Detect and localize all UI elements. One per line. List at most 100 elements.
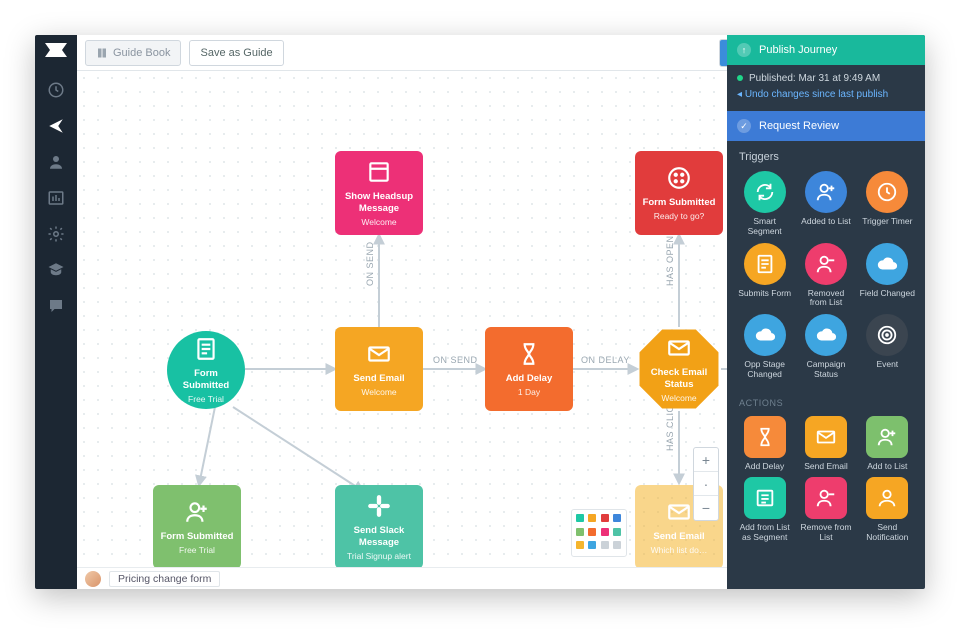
zoom-out-button[interactable]: − [694,496,718,520]
rail-grad-icon[interactable] [47,261,65,279]
palette-tile[interactable]: Add Delay [737,416,792,472]
target-icon [866,314,908,356]
tile-label: Removed from List [798,289,853,309]
nav-rail [35,35,77,589]
node-green-form[interactable]: Form Submitted Free Trial [153,485,241,569]
node-sub: Which list do… [651,545,708,556]
palette-tile[interactable]: Submits Form [737,243,792,309]
tile-label: Trigger Timer [862,217,912,227]
node-slack[interactable]: Send Slack Message Trial Signup alert [335,485,423,569]
node-sub: Welcome [361,387,396,398]
published-line: Published: Mar 31 at 9:49 AM [737,71,915,87]
node-title: Check Email Status [643,367,715,391]
palette-swatch[interactable] [571,509,627,557]
palette-tile[interactable]: Send Notification [860,477,915,543]
undo-link[interactable]: Undo changes since last publish [737,87,915,103]
rail-chart-icon[interactable] [47,189,65,207]
cloud-icon [805,314,847,356]
dots-icon [666,165,692,191]
triggers-heading: Triggers [727,141,925,167]
node-headsup[interactable]: Show Headsup Message Welcome [335,151,423,235]
save-as-guide-label: Save as Guide [200,47,272,59]
guide-book-button[interactable]: Guide Book [85,40,181,66]
rail-send-icon[interactable] [47,117,65,135]
hourglass-icon [744,416,786,458]
mail-icon [666,335,692,361]
journey-name-input[interactable]: Pricing change form [109,571,220,587]
tile-label: Smart Segment [737,217,792,237]
palette-tile[interactable]: Field Changed [860,243,915,309]
request-review-button[interactable]: ✓ Request Review [727,111,925,141]
palette-tile[interactable]: Event [860,314,915,380]
save-as-guide-button[interactable]: Save as Guide [189,40,283,66]
slack-icon [366,493,392,519]
tile-label: Campaign Status [798,360,853,380]
tile-label: Send Email [804,462,847,472]
tile-label: Add to List [867,462,907,472]
zoom-controls: + · − [693,447,719,521]
tile-label: Add Delay [745,462,784,472]
palette-tile[interactable]: Add to List [860,416,915,472]
node-title: Send Slack Message [341,525,417,549]
node-sub: Trial Signup alert [347,551,411,562]
refresh-icon [744,171,786,213]
tile-label: Submits Form [738,289,791,299]
node-sub: Welcome [661,393,696,404]
rail-user-icon[interactable] [47,153,65,171]
tile-label: Added to List [801,217,851,227]
review-label: Request Review [759,120,839,132]
palette-tile[interactable]: Removed from List [798,243,853,309]
node-title: Send Email [353,373,404,385]
cloud-icon [744,314,786,356]
form-icon [744,243,786,285]
user-minus-icon [805,477,847,519]
node-delay[interactable]: Add Delay 1 Day [485,327,573,411]
svg-text:ON DELAY: ON DELAY [581,355,630,365]
avatar[interactable] [85,571,101,587]
publish-label: Publish Journey [759,44,837,56]
zoom-reset-button[interactable]: · [694,472,718,496]
journey-canvas[interactable]: ON SEND ON SEND ON DELAY HAS OPENED HAS … [77,71,727,567]
node-sub: Free Trial [179,545,215,556]
svg-text:ON SEND: ON SEND [433,355,478,365]
zoom-in-button[interactable]: + [694,448,718,472]
node-title: Form Submitted [643,197,716,209]
mail-icon [805,416,847,458]
svg-text:ON SEND: ON SEND [365,241,375,286]
palette-tile[interactable]: Trigger Timer [860,171,915,237]
clock-icon [866,171,908,213]
node-title: Send Email [653,531,704,543]
node-send-email[interactable]: Send Email Welcome [335,327,423,411]
node-red-form[interactable]: Form Submitted Ready to go? [635,151,723,235]
node-title: Add Delay [506,373,552,385]
publish-journey-button[interactable]: ↑ Publish Journey [727,35,925,65]
logo-icon [45,43,67,57]
rail-time-icon[interactable] [47,81,65,99]
palette-tile[interactable]: Add from List as Segment [737,477,792,543]
palette-tile[interactable]: Remove from List [798,477,853,543]
palette-tile[interactable]: Added to List [798,171,853,237]
palette-tile[interactable]: Send Email [798,416,853,472]
palette-tile[interactable]: Smart Segment [737,171,792,237]
mail-icon [366,341,392,367]
palette-tile[interactable]: Opp Stage Changed [737,314,792,380]
node-title: Form Submitted [173,368,239,392]
triggers-grid: Smart Segment Added to List Trigger Timer S… [727,167,925,388]
tile-label: Remove from List [798,523,853,543]
node-sub: Free Trial [188,394,224,405]
rail-chat-icon[interactable] [47,297,65,315]
node-check-email[interactable]: Check Email Status Welcome [637,327,721,411]
node-start-trigger[interactable]: Form Submitted Free Trial [167,331,245,409]
node-sub: 1 Day [518,387,540,398]
publish-info: Published: Mar 31 at 9:49 AM Undo change… [727,65,925,111]
list-icon [744,477,786,519]
popup-icon [366,159,392,185]
palette-tile[interactable]: Campaign Status [798,314,853,380]
rail-gear-icon[interactable] [47,225,65,243]
user-plus-icon [805,171,847,213]
node-sub: Ready to go? [654,211,705,222]
guide-book-label: Guide Book [113,47,170,59]
user-icon [866,477,908,519]
form-icon [193,336,219,362]
node-sub: Welcome [361,217,396,228]
